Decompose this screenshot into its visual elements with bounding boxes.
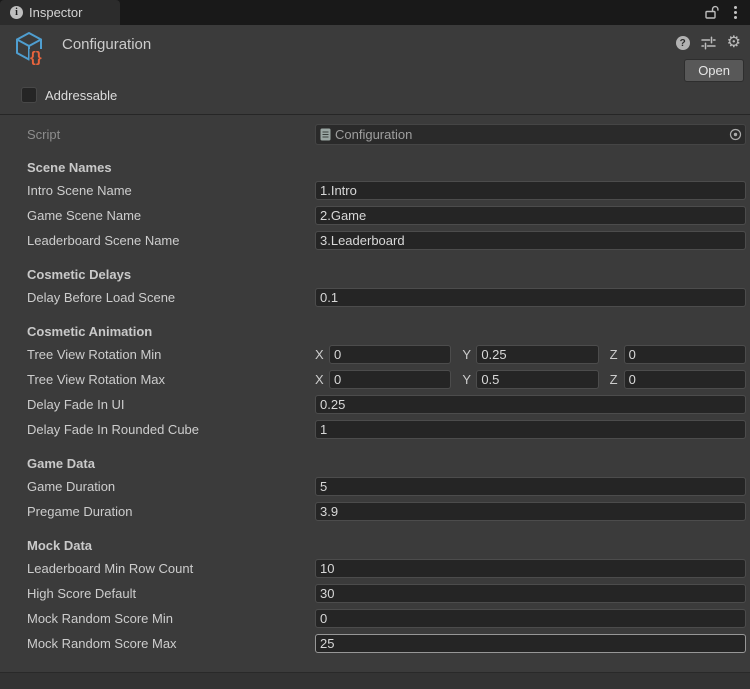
gear-icon[interactable]: ⚙ [727,36,741,50]
text-field[interactable]: 2.Game [315,206,746,225]
axis-label: X [315,372,324,387]
property-row: Game Duration5 [0,474,750,499]
section-header: Cosmetic Delays [0,264,750,285]
inspector-section: Cosmetic Animation Tree View Rotation Min… [0,321,750,442]
vector-component: Y 0.25 [462,345,598,364]
axis-label: X [315,347,324,362]
header-actions: ? ⚙ [676,36,741,50]
script-file-icon [320,128,331,141]
section-header: Game Data [0,453,750,474]
number-field[interactable]: 0 [329,370,451,389]
tab-bar: i Inspector [0,0,750,25]
text-field[interactable]: 0 [315,609,746,628]
script-label: Script [27,127,315,142]
text-field[interactable]: 5 [315,477,746,496]
property-label: Tree View Rotation Max [27,372,315,387]
property-label: Pregame Duration [27,504,315,519]
property-label: Delay Fade In UI [27,397,315,412]
property-row: Mock Random Score Max25 [0,631,750,656]
inspector-header: {} Configuration ? ⚙ Open Addressable [0,25,750,115]
script-object-name: Configuration [335,127,412,142]
vector-component: X0 [315,370,451,389]
text-field[interactable]: 25 [315,634,746,653]
section-header: Mock Data [0,535,750,556]
axis-label: Y [462,372,471,387]
property-row: Tree View Rotation MinX0Y0.25Z0 [0,342,750,367]
property-label: Mock Random Score Max [27,636,315,651]
property-label: Game Duration [27,479,315,494]
text-field[interactable]: 3.Leaderboard [315,231,746,250]
property-row: Delay Fade In UI0.25 [0,392,750,417]
property-row: Delay Before Load Scene0.1 [0,285,750,310]
axis-label: Z [610,347,619,362]
property-label: Mock Random Score Min [27,611,315,626]
text-field[interactable]: 0.1 [315,288,746,307]
tab-inspector[interactable]: i Inspector [0,0,120,25]
presets-icon[interactable] [701,36,716,50]
tab-bar-actions [704,0,750,25]
addressable-label: Addressable [45,88,117,103]
number-field[interactable]: 0.5 [476,370,598,389]
inspector-section: Game DataGame Duration5Pregame Duration3… [0,453,750,524]
text-field[interactable]: 0.25 [315,395,746,414]
property-label: Game Scene Name [27,208,315,223]
script-row: Script Configuration [0,122,750,146]
sections: Scene NamesIntro Scene Name1.IntroGame S… [0,157,750,656]
property-row: Mock Random Score Min0 [0,606,750,631]
section-header: Scene Names [0,157,750,178]
property-row: Leaderboard Min Row Count10 [0,556,750,581]
property-row: Leaderboard Scene Name3.Leaderboard [0,228,750,253]
scriptable-object-icon: {} [13,30,49,66]
help-icon[interactable]: ? [676,36,690,50]
property-label: Tree View Rotation Min [27,347,315,362]
inspector-section: Mock DataLeaderboard Min Row Count10High… [0,535,750,656]
text-field[interactable]: 10 [315,559,746,578]
tab-label: Inspector [29,5,82,20]
text-field[interactable]: 1 [315,420,746,439]
text-field[interactable]: 3.9 [315,502,746,521]
vector3-field: X0Y0.25Z0 [315,345,746,364]
number-field[interactable]: 0 [329,345,451,364]
property-label: High Score Default [27,586,315,601]
page-title: Configuration [62,36,151,53]
unlock-icon[interactable] [704,5,719,20]
open-button[interactable]: Open [684,59,744,82]
property-label: Intro Scene Name [27,183,315,198]
svg-text:{}: {} [30,49,42,66]
vector-component: Z0 [610,370,746,389]
property-label: Delay Before Load Scene [27,290,315,305]
vector3-field: X0Y0.5Z0 [315,370,746,389]
property-row: Pregame Duration3.9 [0,499,750,524]
inspector-section: Scene NamesIntro Scene Name1.IntroGame S… [0,157,750,253]
inspector-section: Cosmetic DelaysDelay Before Load Scene0.… [0,264,750,310]
vector-component: X0 [315,345,451,364]
footer-strip [0,672,750,689]
property-label: Leaderboard Scene Name [27,233,315,248]
section-header: Cosmetic Animation [0,321,750,342]
vector-component: Y 0.5 [462,370,598,389]
info-icon: i [10,6,23,19]
property-row: Tree View Rotation MaxX0Y0.5Z0 [0,367,750,392]
property-label: Leaderboard Min Row Count [27,561,315,576]
property-row: Intro Scene Name1.Intro [0,178,750,203]
number-field[interactable]: 0.25 [476,345,598,364]
addressable-checkbox[interactable] [21,87,37,103]
property-label: Delay Fade In Rounded Cube [27,422,315,437]
addressable-row: Addressable [21,87,117,103]
property-row: High Score Default30 [0,581,750,606]
number-field[interactable]: 0 [624,370,746,389]
script-object-field[interactable]: Configuration [315,124,746,145]
axis-label: Y [462,347,471,362]
axis-label: Z [610,372,619,387]
text-field[interactable]: 1.Intro [315,181,746,200]
number-field[interactable]: 0 [624,345,746,364]
inspector-window: i Inspector {} [0,0,750,689]
property-row: Game Scene Name2.Game [0,203,750,228]
vector-component: Z0 [610,345,746,364]
object-picker-icon[interactable] [729,128,742,141]
property-row: Delay Fade In Rounded Cube1 [0,417,750,442]
kebab-menu-icon[interactable] [734,6,737,19]
text-field[interactable]: 30 [315,584,746,603]
